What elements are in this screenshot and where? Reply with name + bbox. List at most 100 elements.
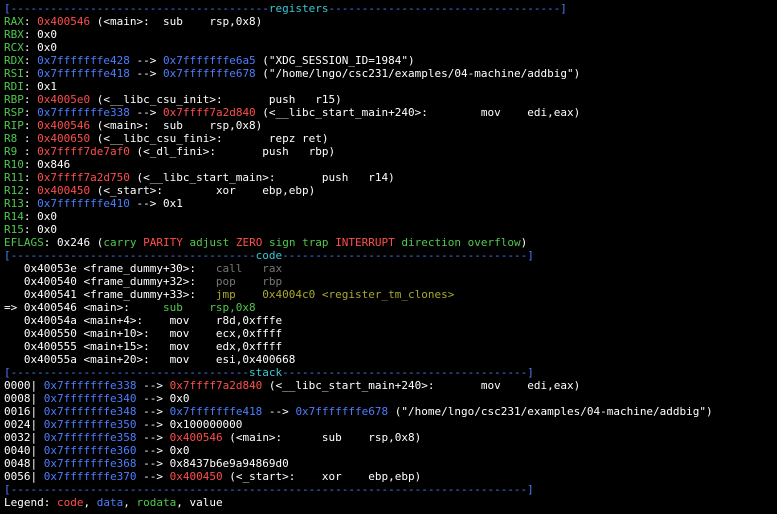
text-segment: 0x7fffffffe338 (43, 379, 137, 392)
text-segment: : 0x0 (23, 41, 57, 54)
register-r11: R11: 0x7ffff7a2d750 (<__libc_start_main>… (4, 171, 774, 184)
text-segment: -------------------------------------] (282, 249, 534, 262)
text-segment: INTERRUPT (335, 236, 402, 249)
text-segment: RBX (4, 28, 24, 41)
text-segment: 0x7fffffffe338 (37, 106, 130, 119)
text-segment: R15 (4, 223, 24, 236)
text-segment: : (23, 106, 38, 119)
register-rdx: RDX: 0x7fffffffe428 --> 0x7fffffffe6a5 (… (4, 54, 774, 67)
text-segment: 0x40054a <main+4>: mov r8d,0xfffe (4, 314, 283, 327)
code-line: 0x400540 <frame_dummy+32>: pop rbp (4, 275, 774, 288)
text-segment: 0032| (4, 431, 44, 444)
register-r12: R12: 0x400450 (<_start>: xor ebp,ebp) (4, 184, 774, 197)
text-segment: (<main>: sub rsp,0x8) (222, 431, 422, 444)
text-segment: (<main>: sub rsp,0x8) (90, 15, 263, 28)
text-segment: 0008| (4, 392, 44, 405)
stack-line: 0016| 0x7fffffffe348 --> 0x7fffffffe418 … (4, 405, 774, 418)
text-segment: : 0x246 ( (43, 236, 104, 249)
code-line: 0x40054a <main+4>: mov r8d,0xfffe (4, 314, 774, 327)
text-segment: carry (103, 236, 144, 249)
text-segment: : (23, 132, 38, 145)
text-segment: ("/home/lngo/csc231/examples/04-machine/… (388, 405, 713, 418)
text-segment: 0x400450 (169, 470, 223, 483)
text-segment: : (23, 171, 38, 184)
stack-line: 0000| 0x7fffffffe338 --> 0x7ffff7a2d840 … (4, 379, 774, 392)
text-segment: : (23, 197, 38, 210)
text-segment: registers (268, 2, 329, 15)
text-segment: R14 (4, 210, 24, 223)
text-segment: code (255, 249, 283, 262)
register-rbp: RBP: 0x4005e0 (<__libc_csu_init>: push r… (4, 93, 774, 106)
register-rsi: RSI: 0x7fffffffe418 --> 0x7fffffffe678 (… (4, 67, 774, 80)
text-segment: 0x4005e0 (37, 93, 91, 106)
text-segment: , (123, 496, 137, 509)
text-segment: sign trap (268, 236, 336, 249)
text-segment: : (23, 67, 38, 80)
text-segment: 0x7fffffffe340 (43, 392, 137, 405)
stack-line: 0024| 0x7fffffffe350 --> 0x100000000 (4, 418, 774, 431)
text-segment: 0000| (4, 379, 44, 392)
text-segment: : 0x1 (23, 80, 57, 93)
register-r8: R8 : 0x400650 (<__libc_csu_fini>: repz r… (4, 132, 774, 145)
text-segment: R13 (4, 197, 24, 210)
text-segment: (<__libc_csu_init>: push r15) (90, 93, 342, 106)
text-segment: [------------------------------------ (4, 366, 250, 379)
text-segment: --> (129, 67, 163, 80)
text-segment: 0x400550 <main+10>: mov ecx,0xffff (4, 327, 283, 340)
text-segment: 0x400546 (37, 119, 91, 132)
section-separator: [---------------------------------------… (4, 2, 774, 15)
text-segment: 0x7fffffffe368 (43, 457, 137, 470)
text-segment: (<__libc_start_main+240>: mov edi,eax) (262, 379, 581, 392)
text-segment: 0x7fffffffe358 (43, 431, 137, 444)
text-segment: 0x7fffffffe678 (295, 405, 389, 418)
text-segment: direction overflow (401, 236, 521, 249)
text-segment: 0x7fffffffe678 (162, 67, 256, 80)
text-segment: R12 (4, 184, 24, 197)
text-segment: 0x40053e <frame_dummy+30>: (4, 262, 216, 275)
register-r14: R14: 0x0 (4, 210, 774, 223)
text-segment: adjust (189, 236, 236, 249)
text-segment: 0x7ffff7a2d840 (169, 379, 263, 392)
code-line: 0x40053e <frame_dummy+30>: call rax (4, 262, 774, 275)
text-segment: : (23, 119, 38, 132)
text-segment: R8 (4, 132, 24, 145)
text-segment: (<__libc_start_main+240>: mov edi,eax) (255, 106, 581, 119)
text-segment: 0x400546 (37, 15, 91, 28)
text-segment: 0x7ffff7a2d840 (162, 106, 256, 119)
text-segment: 0x7fffffffe350 (43, 418, 137, 431)
text-segment: pop rbp (215, 275, 283, 288)
text-segment: 0x400450 (37, 184, 91, 197)
text-segment: 0x400546 (169, 431, 223, 444)
text-segment: rodata (136, 496, 177, 509)
text-segment: RIP (4, 119, 24, 132)
text-segment: call rax (215, 262, 283, 275)
text-segment: --> (262, 405, 296, 418)
text-segment: EFLAGS (4, 236, 44, 249)
register-r10: R10: 0x846 (4, 158, 774, 171)
register-r15: R15: 0x0 (4, 223, 774, 236)
text-segment: [------------------------------------- (4, 249, 256, 262)
text-segment: 0x400650 (37, 132, 91, 145)
text-segment: => 0x400546 <main>: (4, 301, 163, 314)
text-segment: code (56, 496, 84, 509)
text-segment: R11 (4, 171, 24, 184)
text-segment: 0x7fffffffe418 (37, 67, 130, 80)
register-rip: RIP: 0x400546 (<main>: sub rsp,0x8) (4, 119, 774, 132)
section-separator: [------------------------------------sta… (4, 366, 774, 379)
legend-line: Legend: code, data, rodata, value (4, 496, 774, 509)
text-segment: --> (136, 379, 170, 392)
text-segment: 0040| (4, 444, 44, 457)
text-segment: 0048| (4, 457, 44, 470)
text-segment: RSP (4, 106, 24, 119)
text-segment: RAX (4, 15, 24, 28)
text-segment: 0x7fffffffe410 (37, 197, 130, 210)
text-segment: sub rsp,0x8 (162, 301, 256, 314)
text-segment: 0x7fffffffe6a5 (162, 54, 256, 67)
register-rax: RAX: 0x400546 (<main>: sub rsp,0x8) (4, 15, 774, 28)
current-instruction-line: => 0x400546 <main>: sub rsp,0x8 (4, 301, 774, 314)
text-segment: 0x7fffffffe370 (43, 470, 137, 483)
text-segment: 0x7fffffffe418 (169, 405, 263, 418)
text-segment: --> (136, 431, 170, 444)
text-segment: : 0x0 (23, 210, 57, 223)
text-segment: RSI (4, 67, 24, 80)
